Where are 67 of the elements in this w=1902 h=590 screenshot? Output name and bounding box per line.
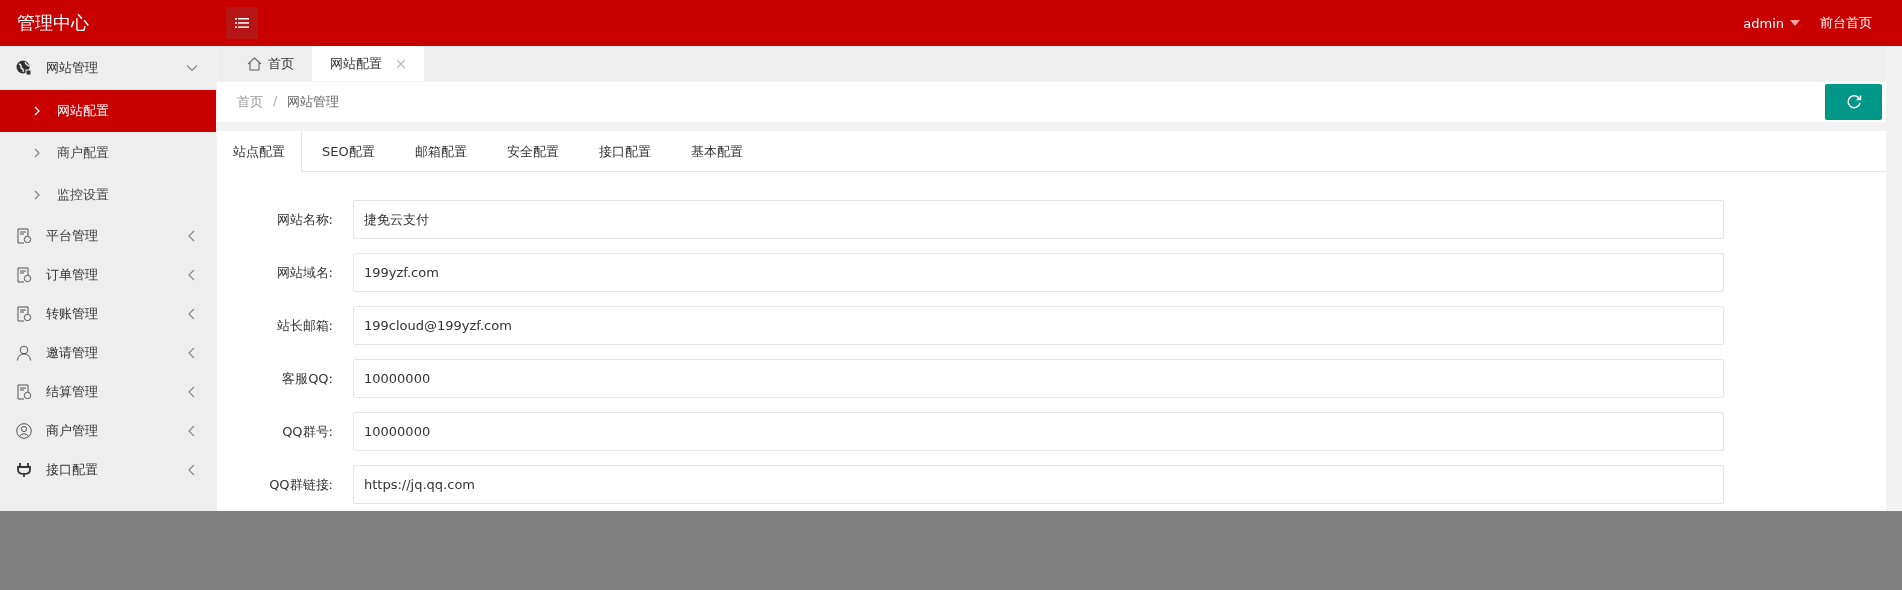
sidebar-label: 转账管理 bbox=[46, 304, 99, 323]
sidebar-label: 接口配置 bbox=[46, 460, 99, 479]
sidebar-subitem[interactable]: 网站配置 bbox=[0, 90, 216, 132]
sidebar-item[interactable]: 订单管理 bbox=[0, 255, 216, 294]
tab-label: 网站配置 bbox=[330, 54, 382, 73]
caret-icon bbox=[1790, 20, 1800, 26]
user-circle-icon bbox=[16, 422, 32, 439]
sidebar-item[interactable]: 邀请管理 bbox=[0, 333, 216, 372]
field-label: QQ群号: bbox=[281, 422, 334, 441]
sidebar-item[interactable]: 网站管理 bbox=[0, 46, 216, 90]
document-icon bbox=[16, 383, 32, 400]
home-icon bbox=[247, 56, 262, 71]
sidebar-label: 邀请管理 bbox=[46, 343, 99, 362]
config-tab[interactable]: 安全配置 bbox=[486, 131, 579, 172]
breadcrumb-separator: / bbox=[273, 93, 278, 110]
sidebar-subitem[interactable]: 商户配置 bbox=[0, 132, 216, 174]
sidebar-subitem[interactable]: 监控设置 bbox=[0, 174, 216, 216]
sidebar-item[interactable]: 商户管理 bbox=[0, 411, 216, 450]
user-menu[interactable]: admin bbox=[1743, 15, 1800, 31]
input-field[interactable]: 10000000 bbox=[353, 359, 1724, 398]
sidebar-label: 订单管理 bbox=[46, 265, 99, 284]
input-field[interactable]: https://jq.qq.com bbox=[353, 465, 1724, 504]
sidebar-label: 商户管理 bbox=[46, 421, 99, 440]
refresh-icon bbox=[1845, 94, 1862, 110]
user-icon bbox=[16, 344, 32, 361]
page-tab[interactable]: 网站配置 bbox=[312, 46, 424, 81]
close-icon[interactable] bbox=[396, 58, 406, 69]
input-field[interactable]: 10000000 bbox=[353, 412, 1724, 451]
field-label: 网站域名: bbox=[275, 263, 334, 282]
input-field[interactable]: 捷免云支付 bbox=[353, 200, 1724, 239]
input-field[interactable]: 199cloud@199yzf.com bbox=[353, 306, 1724, 345]
breadcrumb-link[interactable]: 网站管理 bbox=[287, 93, 340, 111]
app-title: 管理中心 bbox=[17, 12, 89, 33]
config-tab[interactable]: SEO配置 bbox=[302, 131, 395, 172]
chevron-right-icon bbox=[33, 148, 41, 158]
sidebar-item[interactable]: 平台管理 bbox=[0, 216, 216, 255]
refresh-button[interactable] bbox=[1825, 84, 1882, 120]
page-tab[interactable]: 首页 bbox=[229, 46, 312, 81]
config-tab[interactable]: 站点配置 bbox=[217, 131, 302, 172]
document-icon bbox=[16, 227, 32, 244]
sidebar-label: 监控设置 bbox=[57, 186, 109, 204]
field-label: 网站名称: bbox=[275, 210, 334, 229]
field-label: 站长邮箱: bbox=[275, 316, 334, 335]
sidebar-item[interactable]: 接口配置 bbox=[0, 450, 216, 489]
tab-label: 首页 bbox=[268, 54, 294, 73]
sidebar-label: 结算管理 bbox=[46, 382, 99, 401]
document-icon bbox=[16, 266, 32, 283]
document-icon bbox=[16, 305, 32, 322]
menu-button[interactable] bbox=[226, 7, 258, 39]
input-field[interactable]: 199yzf.com bbox=[353, 253, 1724, 292]
field-label: QQ群链接: bbox=[268, 475, 334, 494]
frontend-link[interactable]: 前台首页 bbox=[1820, 14, 1872, 32]
plug-icon bbox=[16, 461, 32, 478]
chevron-right-icon bbox=[33, 106, 41, 116]
sidebar-label: 网站管理 bbox=[46, 59, 99, 77]
chevron-right-icon bbox=[33, 190, 41, 200]
sidebar-label: 网站配置 bbox=[57, 102, 109, 120]
sidebar-item[interactable]: 结算管理 bbox=[0, 372, 216, 411]
globe-icon bbox=[16, 60, 32, 76]
config-tab[interactable]: 接口配置 bbox=[578, 131, 671, 172]
config-tab[interactable]: 基本配置 bbox=[670, 131, 763, 172]
menu-icon bbox=[235, 18, 249, 28]
sidebar-label: 商户配置 bbox=[57, 144, 109, 162]
field-label: 客服QQ: bbox=[281, 369, 334, 388]
config-tab[interactable]: 邮箱配置 bbox=[394, 131, 487, 172]
sidebar-item[interactable]: 转账管理 bbox=[0, 294, 216, 333]
sidebar-label: 平台管理 bbox=[46, 226, 99, 245]
